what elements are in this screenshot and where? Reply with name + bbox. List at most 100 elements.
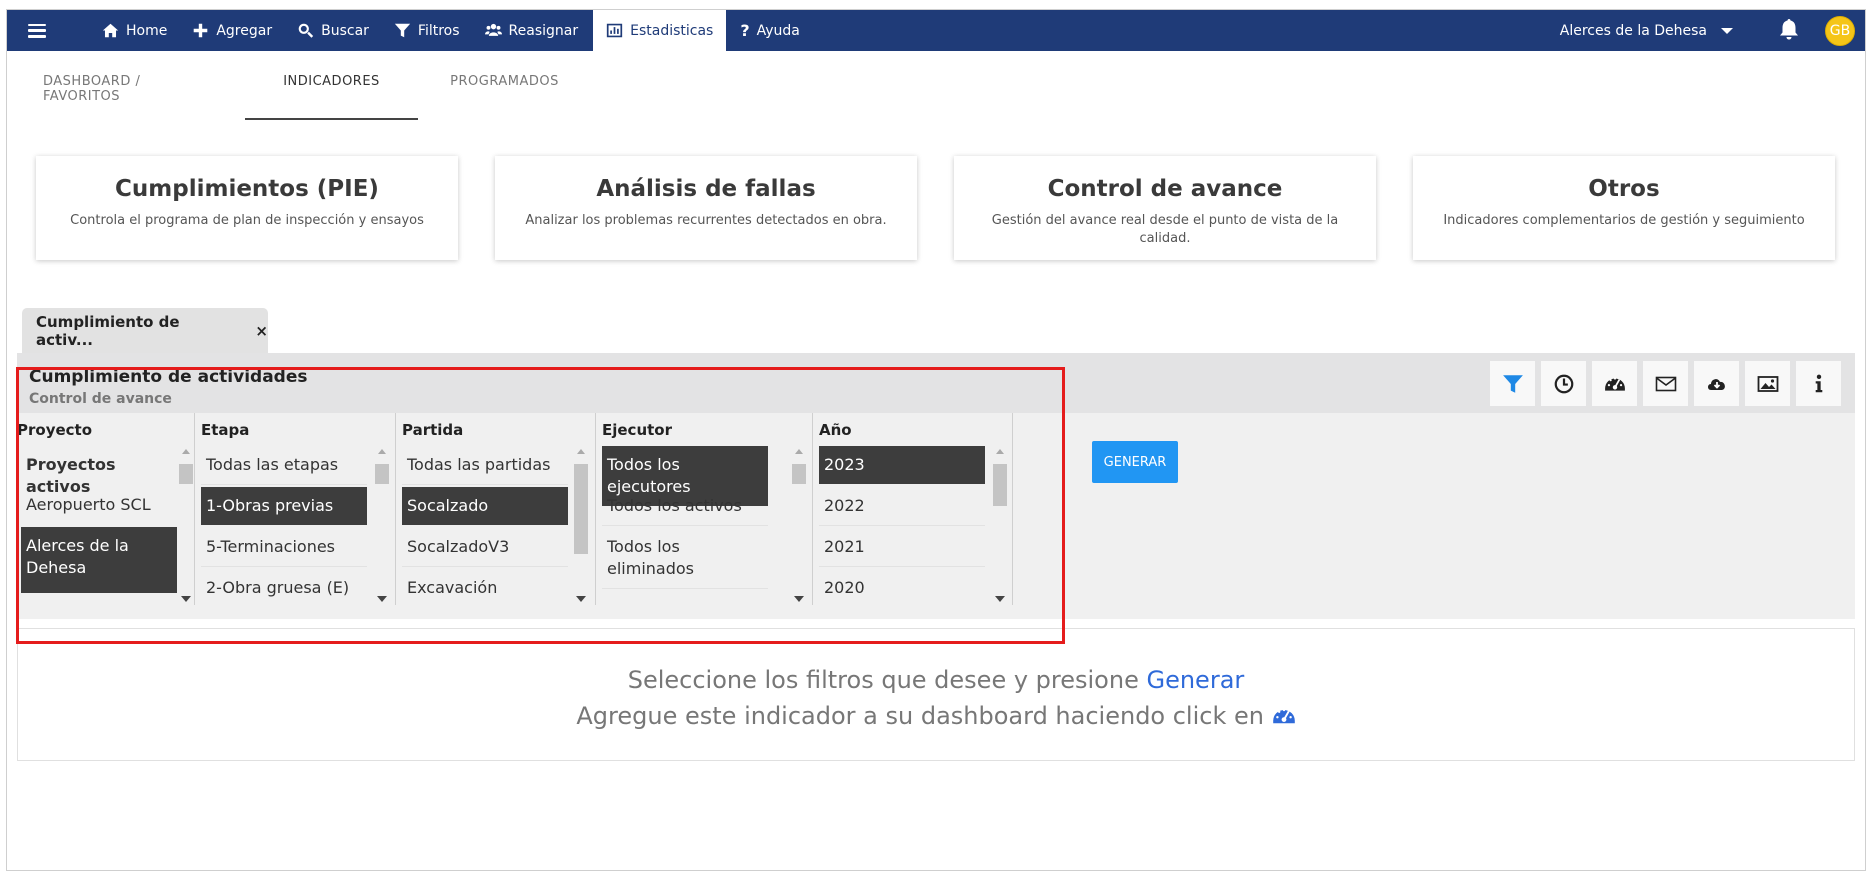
image-icon bbox=[1757, 375, 1778, 392]
filter-icon bbox=[1502, 374, 1523, 393]
list-item[interactable]: Aeropuerto SCL bbox=[21, 486, 157, 524]
card-description: Indicadores complementarios de gestión y… bbox=[1443, 213, 1805, 228]
indicator-subtitle: Control de avance bbox=[29, 391, 172, 407]
menu-button[interactable] bbox=[7, 10, 67, 51]
export-image-button[interactable] bbox=[1745, 361, 1790, 406]
list-item[interactable]: 2023 bbox=[819, 446, 985, 484]
scrollbar[interactable] bbox=[574, 446, 588, 602]
scrollbar[interactable] bbox=[792, 446, 806, 602]
card-description: Gestión del avance real desde el punto d… bbox=[991, 213, 1339, 246]
category-cards: Cumplimientos (PIE) Controla el programa… bbox=[36, 156, 1835, 260]
card-description: Analizar los problemas recurrentes detec… bbox=[525, 213, 887, 228]
list-item[interactable]: SocalzadoV3 bbox=[402, 528, 568, 567]
card-otros[interactable]: Otros Indicadores complementarios de ges… bbox=[1413, 156, 1835, 260]
list-item[interactable]: Todos los activos bbox=[602, 487, 768, 526]
users-icon bbox=[484, 23, 502, 36]
list-item[interactable]: 5-Terminaciones bbox=[201, 528, 367, 567]
card-title: Cumplimientos (PIE) bbox=[115, 176, 379, 202]
nav-reasignar-label: Reasignar bbox=[508, 22, 579, 39]
card-description: Controla el programa de plan de inspecci… bbox=[70, 213, 424, 228]
filters-area: Proyecto Proyectos activos Aeropuerto SC… bbox=[17, 413, 1855, 619]
email-button[interactable] bbox=[1643, 361, 1688, 406]
app-window: Home Agregar Buscar Filtros Reasignar Es… bbox=[6, 9, 1866, 871]
nav-filtros[interactable]: Filtros bbox=[382, 10, 473, 51]
list-item[interactable]: 2021 bbox=[819, 528, 985, 567]
list-item[interactable]: Todas las etapas bbox=[201, 446, 367, 485]
nav-filtros-label: Filtros bbox=[417, 22, 460, 39]
scrollbar[interactable] bbox=[179, 446, 193, 602]
list-item[interactable]: Excavación bbox=[402, 569, 568, 607]
avatar[interactable]: GB bbox=[1825, 15, 1855, 46]
nav-estadisticas[interactable]: Estadisticas bbox=[593, 10, 727, 51]
indicator-tab[interactable]: Cumplimiento de activ... × bbox=[22, 308, 268, 353]
nav-agregar[interactable]: Agregar bbox=[180, 10, 285, 51]
nav-buscar[interactable]: Buscar bbox=[285, 10, 382, 51]
list-item[interactable]: Socalzado bbox=[402, 487, 568, 525]
subtabs: DASHBOARD / FAVORITOS INDICADORES PROGRA… bbox=[31, 62, 591, 120]
schedule-button[interactable] bbox=[1541, 361, 1586, 406]
list-item[interactable]: Alerces de la Dehesa bbox=[21, 527, 177, 593]
info-icon bbox=[1815, 374, 1822, 392]
add-to-dashboard-button[interactable] bbox=[1592, 361, 1637, 406]
list-item[interactable]: Todas las partidas bbox=[402, 446, 568, 485]
project-selector[interactable]: Alerces de la Dehesa bbox=[1560, 23, 1733, 39]
scrollbar[interactable] bbox=[993, 446, 1007, 602]
tab-dashboard-favoritos[interactable]: DASHBOARD / FAVORITOS bbox=[31, 62, 219, 120]
filter-anio: Año 2023 2022 2021 2020 bbox=[813, 413, 1013, 605]
search-icon bbox=[298, 23, 314, 38]
filter-header: Año bbox=[819, 421, 852, 439]
close-icon[interactable]: × bbox=[255, 322, 268, 340]
filter-header: Partida bbox=[402, 421, 464, 439]
generate-link[interactable]: Generar bbox=[1146, 666, 1244, 694]
nav-buscar-label: Buscar bbox=[321, 22, 369, 39]
indicator-title: Cumplimiento de actividades bbox=[29, 367, 308, 387]
filter-header: Etapa bbox=[201, 421, 250, 439]
info-button[interactable] bbox=[1796, 361, 1841, 406]
card-cumplimientos[interactable]: Cumplimientos (PIE) Controla el programa… bbox=[36, 156, 458, 260]
result-instructions: Seleccione los filtros que desee y presi… bbox=[18, 662, 1854, 698]
indicator-panel: Cumplimiento de activ... × Cumplimiento … bbox=[17, 306, 1855, 761]
nav-ayuda[interactable]: ? Ayuda bbox=[726, 10, 813, 51]
top-navbar: Home Agregar Buscar Filtros Reasignar Es… bbox=[7, 10, 1865, 51]
download-button[interactable] bbox=[1694, 361, 1739, 406]
filter-header: Ejecutor bbox=[602, 421, 673, 439]
nav-reasignar[interactable]: Reasignar bbox=[473, 10, 592, 51]
nav-agregar-label: Agregar bbox=[216, 22, 273, 39]
card-title: Control de avance bbox=[1047, 176, 1283, 202]
generate-button[interactable]: GENERAR bbox=[1092, 441, 1178, 483]
filter-partida: Partida Todas las partidas Socalzado Soc… bbox=[396, 413, 596, 605]
result-line1-text: Seleccione los filtros que desee y presi… bbox=[627, 666, 1147, 694]
list-item[interactable]: Todos los eliminados bbox=[602, 528, 768, 589]
nav-home[interactable]: Home bbox=[67, 10, 180, 51]
home-icon bbox=[102, 23, 119, 38]
list-item[interactable]: 2-Obra gruesa (E) bbox=[201, 569, 367, 607]
tab-programados[interactable]: PROGRAMADOS bbox=[418, 62, 591, 120]
nav-home-label: Home bbox=[126, 22, 168, 39]
result-area: Seleccione los filtros que desee y presi… bbox=[17, 628, 1855, 761]
filter-proyecto: Proyecto Proyectos activos Aeropuerto SC… bbox=[17, 413, 195, 605]
dashboard-icon[interactable] bbox=[1272, 702, 1296, 730]
list-item[interactable]: 2020 bbox=[819, 569, 985, 607]
plus-icon bbox=[194, 23, 208, 38]
bar-chart-icon bbox=[606, 23, 623, 38]
card-analisis-fallas[interactable]: Análisis de fallas Analizar los problema… bbox=[495, 156, 917, 260]
filter-etapa: Etapa Todas las etapas 1-Obras previas 5… bbox=[195, 413, 396, 605]
hamburger-icon bbox=[28, 23, 46, 38]
nav-estadisticas-label: Estadisticas bbox=[630, 22, 714, 39]
scrollbar[interactable] bbox=[375, 446, 389, 602]
filter-icon bbox=[394, 23, 411, 38]
card-control-avance[interactable]: Control de avance Gestión del avance rea… bbox=[954, 156, 1376, 260]
indicator-header: Cumplimiento de actividades Control de a… bbox=[17, 353, 1855, 413]
notifications-button[interactable] bbox=[1777, 17, 1801, 45]
indicator-toolbar bbox=[1490, 361, 1841, 406]
dashboard-icon bbox=[1604, 376, 1625, 391]
bell-icon bbox=[1780, 18, 1798, 39]
filter-ejecutor: Ejecutor Todos los ejecutores Todos los … bbox=[596, 413, 813, 605]
list-item[interactable]: 1-Obras previas bbox=[201, 487, 367, 525]
nav-ayuda-label: Ayuda bbox=[756, 22, 800, 39]
indicator-tab-label: Cumplimiento de activ... bbox=[36, 312, 180, 349]
cloud-download-icon bbox=[1707, 378, 1725, 390]
filter-button[interactable] bbox=[1490, 361, 1535, 406]
list-item[interactable]: 2022 bbox=[819, 487, 985, 526]
tab-indicadores[interactable]: INDICADORES bbox=[245, 62, 418, 120]
